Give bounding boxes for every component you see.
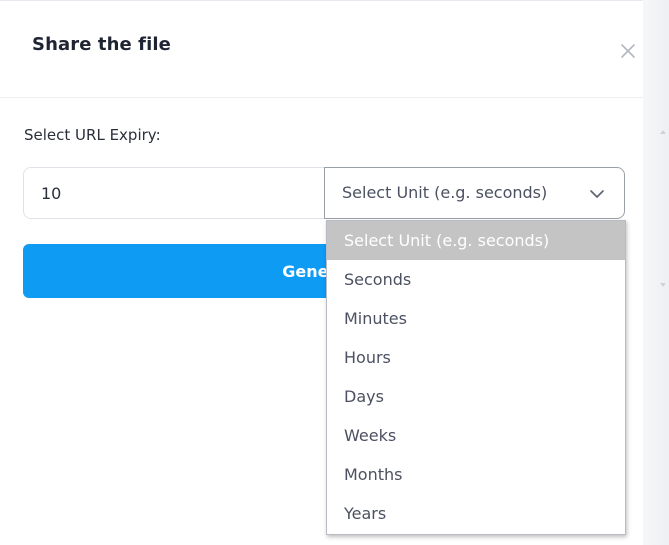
- unit-select[interactable]: Select Unit (e.g. seconds): [324, 167, 625, 219]
- chevron-down-icon: [589, 186, 605, 202]
- dialog-header: Share the file: [0, 1, 643, 98]
- scrollbar[interactable]: [643, 0, 669, 545]
- dropdown-option-months[interactable]: Months: [327, 455, 625, 494]
- dropdown-option-days[interactable]: Days: [327, 377, 625, 416]
- dropdown-option-years[interactable]: Years: [327, 494, 625, 533]
- dropdown-option-weeks[interactable]: Weeks: [327, 416, 625, 455]
- dropdown-option-minutes[interactable]: Minutes: [327, 299, 625, 338]
- share-dialog: Share the file Select URL Expiry: Select…: [0, 0, 643, 545]
- unit-select-value: Select Unit (e.g. seconds): [342, 183, 548, 202]
- unit-dropdown-list: Select Unit (e.g. seconds) Seconds Minut…: [326, 220, 626, 535]
- dropdown-option-seconds[interactable]: Seconds: [327, 260, 625, 299]
- scroll-down-arrow-icon[interactable]: [660, 283, 666, 287]
- expiry-label: Select URL Expiry:: [24, 126, 161, 144]
- dropdown-option-hours[interactable]: Hours: [327, 338, 625, 377]
- scroll-up-arrow-icon[interactable]: [660, 130, 666, 134]
- expiry-number-input[interactable]: [23, 167, 326, 219]
- close-icon[interactable]: [618, 41, 638, 61]
- dropdown-option-placeholder[interactable]: Select Unit (e.g. seconds): [327, 221, 625, 260]
- dialog-title: Share the file: [32, 34, 171, 55]
